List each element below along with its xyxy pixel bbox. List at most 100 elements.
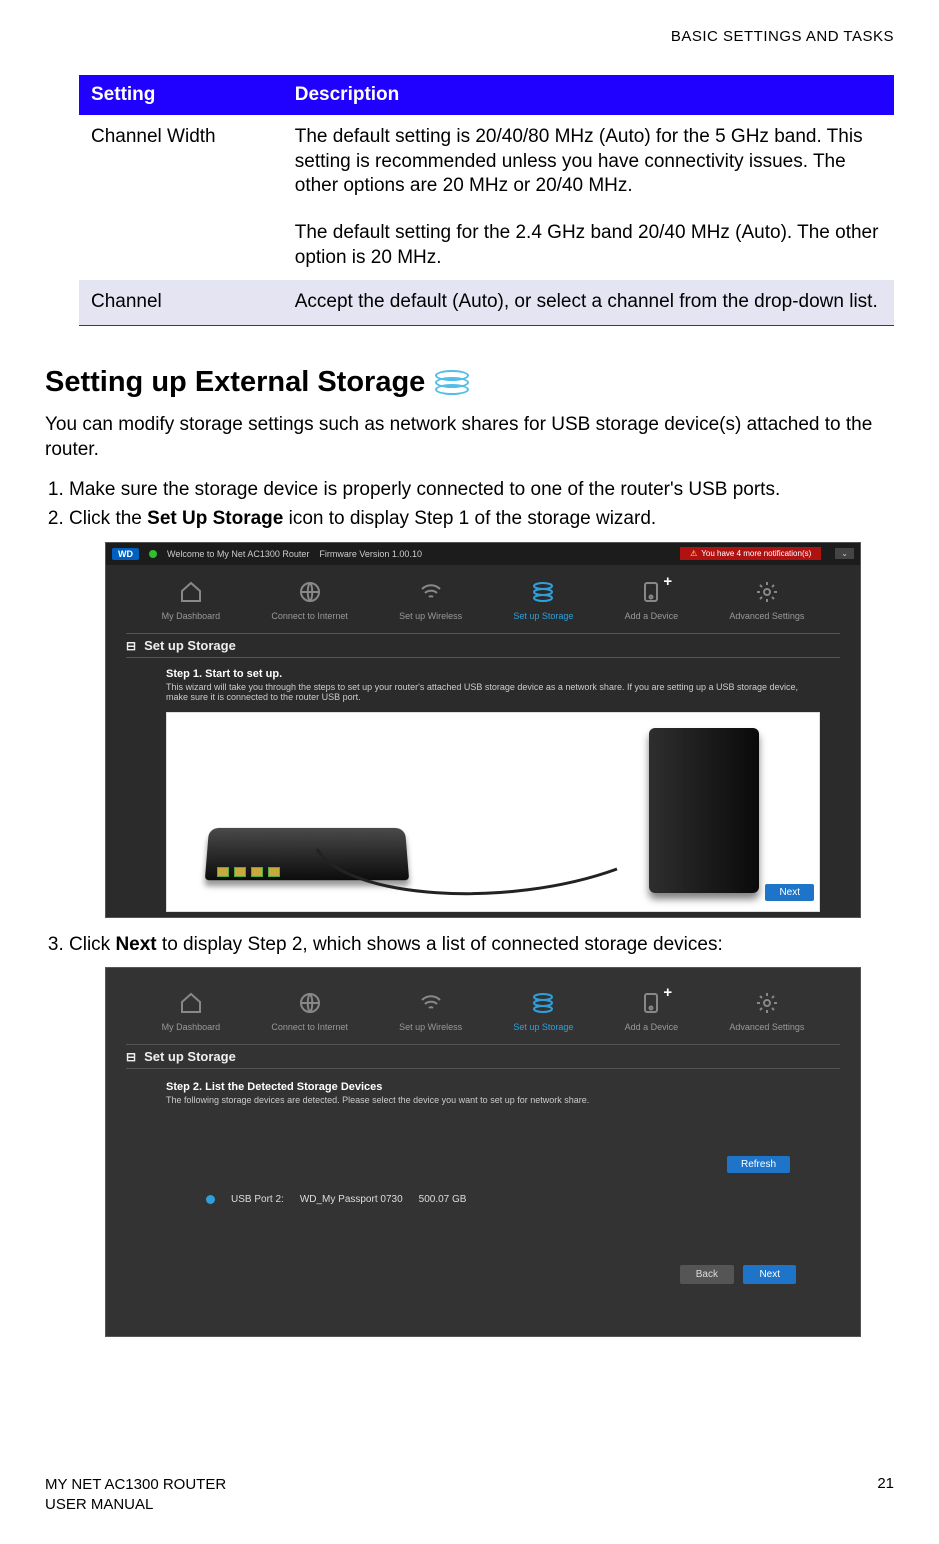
storage-icon: [435, 370, 469, 395]
home-icon: [176, 579, 206, 605]
nav-advanced[interactable]: Advanced Settings: [729, 579, 804, 621]
screenshot-step2: My Dashboard Connect to Internet Set up …: [105, 967, 861, 1337]
cable-illustration: [307, 839, 627, 899]
nav-row: My Dashboard Connect to Internet Set up …: [106, 968, 860, 1040]
radio-selected-icon[interactable]: [206, 1195, 215, 1204]
nav-dashboard[interactable]: My Dashboard: [162, 579, 221, 621]
table-row: Channel Accept the default (Auto), or se…: [79, 280, 894, 325]
nav-label: Add a Device: [625, 611, 679, 621]
nav-storage[interactable]: Set up Storage: [513, 990, 573, 1032]
text: Click: [69, 934, 115, 955]
router-topbar: WD Welcome to My Net AC1300 Router Firmw…: [106, 543, 860, 565]
desc-para: The default setting is 20/40/80 MHz (Aut…: [295, 125, 882, 199]
wd-logo: WD: [112, 548, 139, 560]
page-number: 21: [877, 1475, 894, 1514]
globe-icon: [295, 579, 325, 605]
bold-text: Set Up Storage: [147, 508, 283, 529]
illustration-area: [166, 712, 820, 912]
device-icon: [636, 990, 666, 1016]
storage-icon: [528, 579, 558, 605]
footer-left: MY NET AC1300 ROUTER USER MANUAL: [45, 1475, 226, 1514]
plus-icon: +: [663, 984, 672, 1001]
nav-label: My Dashboard: [162, 1022, 221, 1032]
nav-add-device[interactable]: + Add a Device: [625, 990, 679, 1032]
status-dot-icon: [149, 550, 157, 558]
nav-label: Set up Wireless: [399, 1022, 462, 1032]
text: Click the: [69, 508, 147, 529]
device-name: WD_My Passport 0730: [300, 1194, 403, 1205]
next-button[interactable]: Next: [743, 1265, 796, 1284]
wifi-icon: [416, 579, 446, 605]
warning-icon: [690, 549, 697, 558]
nav-label: Connect to Internet: [271, 611, 348, 621]
cell-description: Accept the default (Auto), or select a c…: [283, 280, 894, 325]
cell-description: The default setting is 20/40/80 MHz (Aut…: [283, 115, 894, 280]
nav-advanced[interactable]: Advanced Settings: [729, 990, 804, 1032]
list-item: Click Next to display Step 2, which show…: [69, 932, 894, 958]
bold-text: Next: [115, 934, 156, 955]
text: icon to display Step 1 of the storage wi…: [283, 508, 656, 529]
nav-add-device[interactable]: + Add a Device: [625, 579, 679, 621]
cell-setting: Channel Width: [79, 115, 283, 280]
next-button[interactable]: Next: [765, 884, 814, 901]
step-body: The following storage devices are detect…: [166, 1095, 800, 1105]
section-label-text: Set up Storage: [144, 1049, 236, 1064]
list-item: Click the Set Up Storage icon to display…: [69, 506, 894, 532]
footer-doc: USER MANUAL: [45, 1495, 226, 1515]
col-header-setting: Setting: [79, 75, 283, 115]
intro-text: You can modify storage settings such as …: [45, 413, 894, 462]
section-heading-text: Setting up External Storage: [45, 366, 425, 399]
list-item: Make sure the storage device is properly…: [69, 477, 894, 503]
router-ports: [217, 867, 280, 877]
nav-label: Add a Device: [625, 1022, 679, 1032]
globe-icon: [295, 990, 325, 1016]
nav-wireless[interactable]: Set up Wireless: [399, 579, 462, 621]
text: to display Step 2, which shows a list of…: [157, 934, 723, 955]
nav-label: Connect to Internet: [271, 1022, 348, 1032]
step-body: This wizard will take you through the st…: [166, 682, 800, 702]
home-icon: [176, 990, 206, 1016]
welcome-text: Welcome to My Net AC1300 Router: [167, 549, 309, 559]
table-row: Channel Width The default setting is 20/…: [79, 115, 894, 280]
section-label-text: Set up Storage: [144, 638, 236, 653]
notification-bar[interactable]: You have 4 more notification(s): [680, 547, 821, 560]
notification-text: You have 4 more notification(s): [701, 549, 811, 558]
steps-list: Make sure the storage device is properly…: [45, 477, 894, 532]
gear-icon: [752, 990, 782, 1016]
back-button[interactable]: Back: [680, 1265, 734, 1284]
nav-connect[interactable]: Connect to Internet: [271, 579, 348, 621]
chevron-down-icon[interactable]: ⌄: [835, 548, 854, 559]
storage-icon: [528, 990, 558, 1016]
nav-label: My Dashboard: [162, 611, 221, 621]
section-label-bar: Set up Storage: [126, 633, 840, 658]
nav-connect[interactable]: Connect to Internet: [271, 990, 348, 1032]
refresh-button[interactable]: Refresh: [727, 1156, 790, 1173]
step-text-block: Step 2. List the Detected Storage Device…: [106, 1069, 860, 1113]
hdd-illustration: [649, 728, 759, 893]
step-title: Step 2. List the Detected Storage Device…: [166, 1081, 800, 1093]
device-size: 500.07 GB: [419, 1194, 467, 1205]
step-text-block: Step 1. Start to set up. This wizard wil…: [106, 658, 860, 706]
nav-row: My Dashboard Connect to Internet Set up …: [106, 565, 860, 629]
desc-para: The default setting for the 2.4 GHz band…: [295, 221, 882, 270]
section-heading: Setting up External Storage: [45, 366, 894, 399]
nav-wireless[interactable]: Set up Wireless: [399, 990, 462, 1032]
col-header-description: Description: [283, 75, 894, 115]
device-icon: [636, 579, 666, 605]
usb-icon: [126, 1049, 136, 1064]
screenshot-step1: WD Welcome to My Net AC1300 Router Firmw…: [105, 542, 861, 918]
gear-icon: [752, 579, 782, 605]
device-port: USB Port 2:: [231, 1194, 284, 1205]
cell-setting: Channel: [79, 280, 283, 325]
settings-table: Setting Description Channel Width The de…: [79, 75, 894, 326]
page-footer: MY NET AC1300 ROUTER USER MANUAL 21: [45, 1475, 894, 1514]
nav-dashboard[interactable]: My Dashboard: [162, 990, 221, 1032]
page-header-section: BASIC SETTINGS AND TASKS: [45, 28, 894, 45]
nav-label: Advanced Settings: [729, 611, 804, 621]
footer-product: MY NET AC1300 ROUTER: [45, 1475, 226, 1495]
nav-label: Set up Wireless: [399, 611, 462, 621]
usb-icon: [126, 638, 136, 653]
nav-storage[interactable]: Set up Storage: [513, 579, 573, 621]
device-row[interactable]: USB Port 2: WD_My Passport 0730 500.07 G…: [206, 1194, 466, 1205]
nav-label: Set up Storage: [513, 611, 573, 621]
